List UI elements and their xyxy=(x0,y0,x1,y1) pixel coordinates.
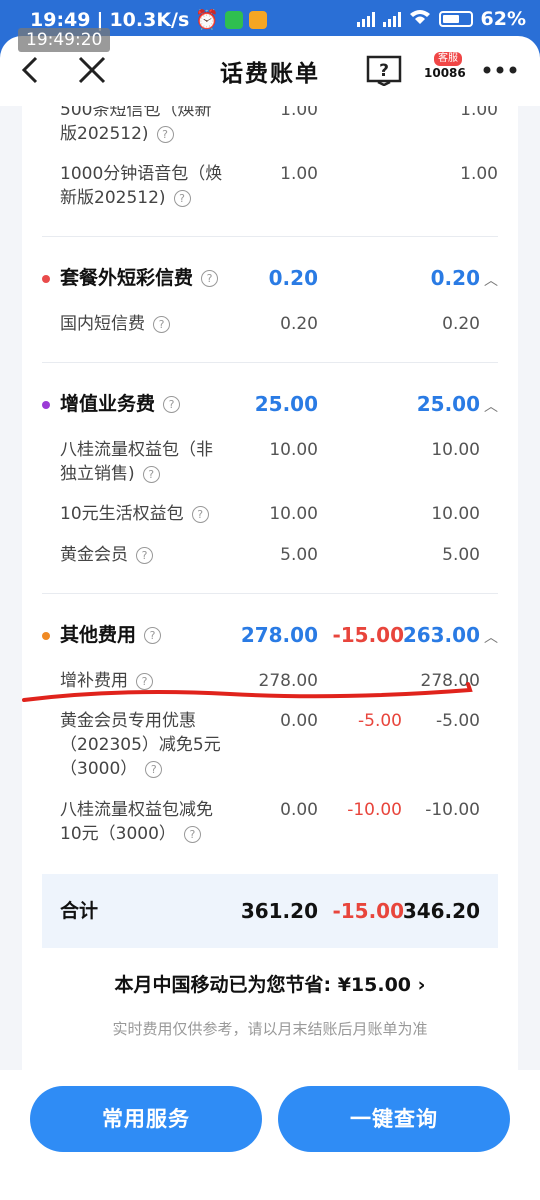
list-item: 黄金会员专用优惠 （202305）减免5元 （3000）? 0.00 -5.00 -… xyxy=(60,711,480,779)
battery-icon xyxy=(438,11,473,27)
list-item: 黄金会员? 5.00 5.00 xyxy=(60,545,480,565)
help-icon[interactable]: ? xyxy=(136,672,153,690)
help-icon[interactable]: ? xyxy=(183,825,201,843)
signal-icon xyxy=(356,11,375,27)
customer-service-number: 10086 xyxy=(424,66,466,80)
help-icon[interactable]: ? xyxy=(153,315,170,333)
divider xyxy=(42,593,498,594)
battery-percent: 62% xyxy=(480,8,526,30)
bill-card: 500条短信包（焕新 版202512)? 1.00 1.00 1000分钟语音包（… xyxy=(22,106,518,1070)
more-button[interactable] xyxy=(480,50,520,90)
disclaimer-note: 实时费用仅供参考，请以月末结账后月账单为准 xyxy=(112,1020,428,1038)
wechat-icon xyxy=(224,10,243,29)
wifi-icon xyxy=(409,8,431,30)
common-services-button[interactable]: 常用服务 xyxy=(30,1086,262,1152)
divider xyxy=(42,362,498,363)
help-icon[interactable]: ? xyxy=(136,546,153,564)
section-dot xyxy=(42,632,50,640)
list-item: 增补费用? 278.00 278.00 xyxy=(60,671,480,691)
more-icon xyxy=(483,66,517,74)
list-item: 10元生活权益包? 10.00 10.00 xyxy=(60,504,480,524)
help-icon[interactable]: ? xyxy=(156,125,174,143)
section-header-sms[interactable]: 套餐外短彩信费? 0.20 0.20 ︿ xyxy=(42,266,498,296)
list-item: 500条短信包（焕新 版202512)? 1.00 1.00 xyxy=(60,106,498,144)
help-icon[interactable]: ? xyxy=(145,760,163,778)
time-badge: 19:49:20 xyxy=(18,28,111,52)
help-icon[interactable]: ? xyxy=(191,505,209,523)
help-button[interactable]: ? xyxy=(364,50,404,90)
help-icon[interactable]: ? xyxy=(201,270,219,287)
status-right: 62% xyxy=(356,8,526,30)
customer-service-badge: 客服 xyxy=(434,52,462,66)
section-header-value-added[interactable]: 增值业务费? 25.00 25.00 ︿ xyxy=(42,392,498,422)
help-icon[interactable]: ? xyxy=(142,465,160,483)
alarm-icon: ⏰ xyxy=(195,9,219,31)
saving-summary-link[interactable]: 本月中国移动已为您节省: ¥15.00 › xyxy=(22,970,518,997)
divider xyxy=(42,236,498,237)
svg-text:?: ? xyxy=(379,61,389,81)
list-item: 八桂流量权益包减免 10元（3000）? 0.00 -10.00 -10.00 xyxy=(60,800,480,844)
section-header-other[interactable]: 其他费用? 278.00 -15.00 263.00 ︿ xyxy=(42,623,498,653)
bottom-bar: 常用服务 一键查询 xyxy=(0,1070,540,1200)
help-icon[interactable]: ? xyxy=(144,627,162,644)
one-click-query-button[interactable]: 一键查询 xyxy=(278,1086,510,1152)
list-item: 八桂流量权益包（非 独立销售)? 10.00 10.00 xyxy=(60,440,480,484)
list-item: 国内短信费? 0.20 0.20 xyxy=(60,314,480,334)
notification-app-icon xyxy=(248,10,267,29)
help-book-icon: ? xyxy=(366,55,402,86)
section-dot xyxy=(42,401,50,409)
list-item: 1000分钟语音包（焕 新版202512)? 1.00 1.00 xyxy=(60,164,498,208)
customer-service-button[interactable]: 客服 10086 xyxy=(420,50,468,94)
chevron-up-icon[interactable]: ︿ xyxy=(484,627,498,647)
net-speed: 10.3K/s xyxy=(109,8,190,31)
chevron-up-icon[interactable]: ︿ xyxy=(484,270,498,290)
signal-icon xyxy=(382,11,401,27)
chevron-up-icon[interactable]: ︿ xyxy=(484,396,498,416)
total-row: 合计 361.20 -15.00 346.20 xyxy=(42,874,498,948)
help-icon[interactable]: ? xyxy=(163,396,181,413)
section-dot xyxy=(42,275,50,283)
chevron-right-icon: › xyxy=(417,974,426,996)
help-icon[interactable]: ? xyxy=(173,189,191,207)
